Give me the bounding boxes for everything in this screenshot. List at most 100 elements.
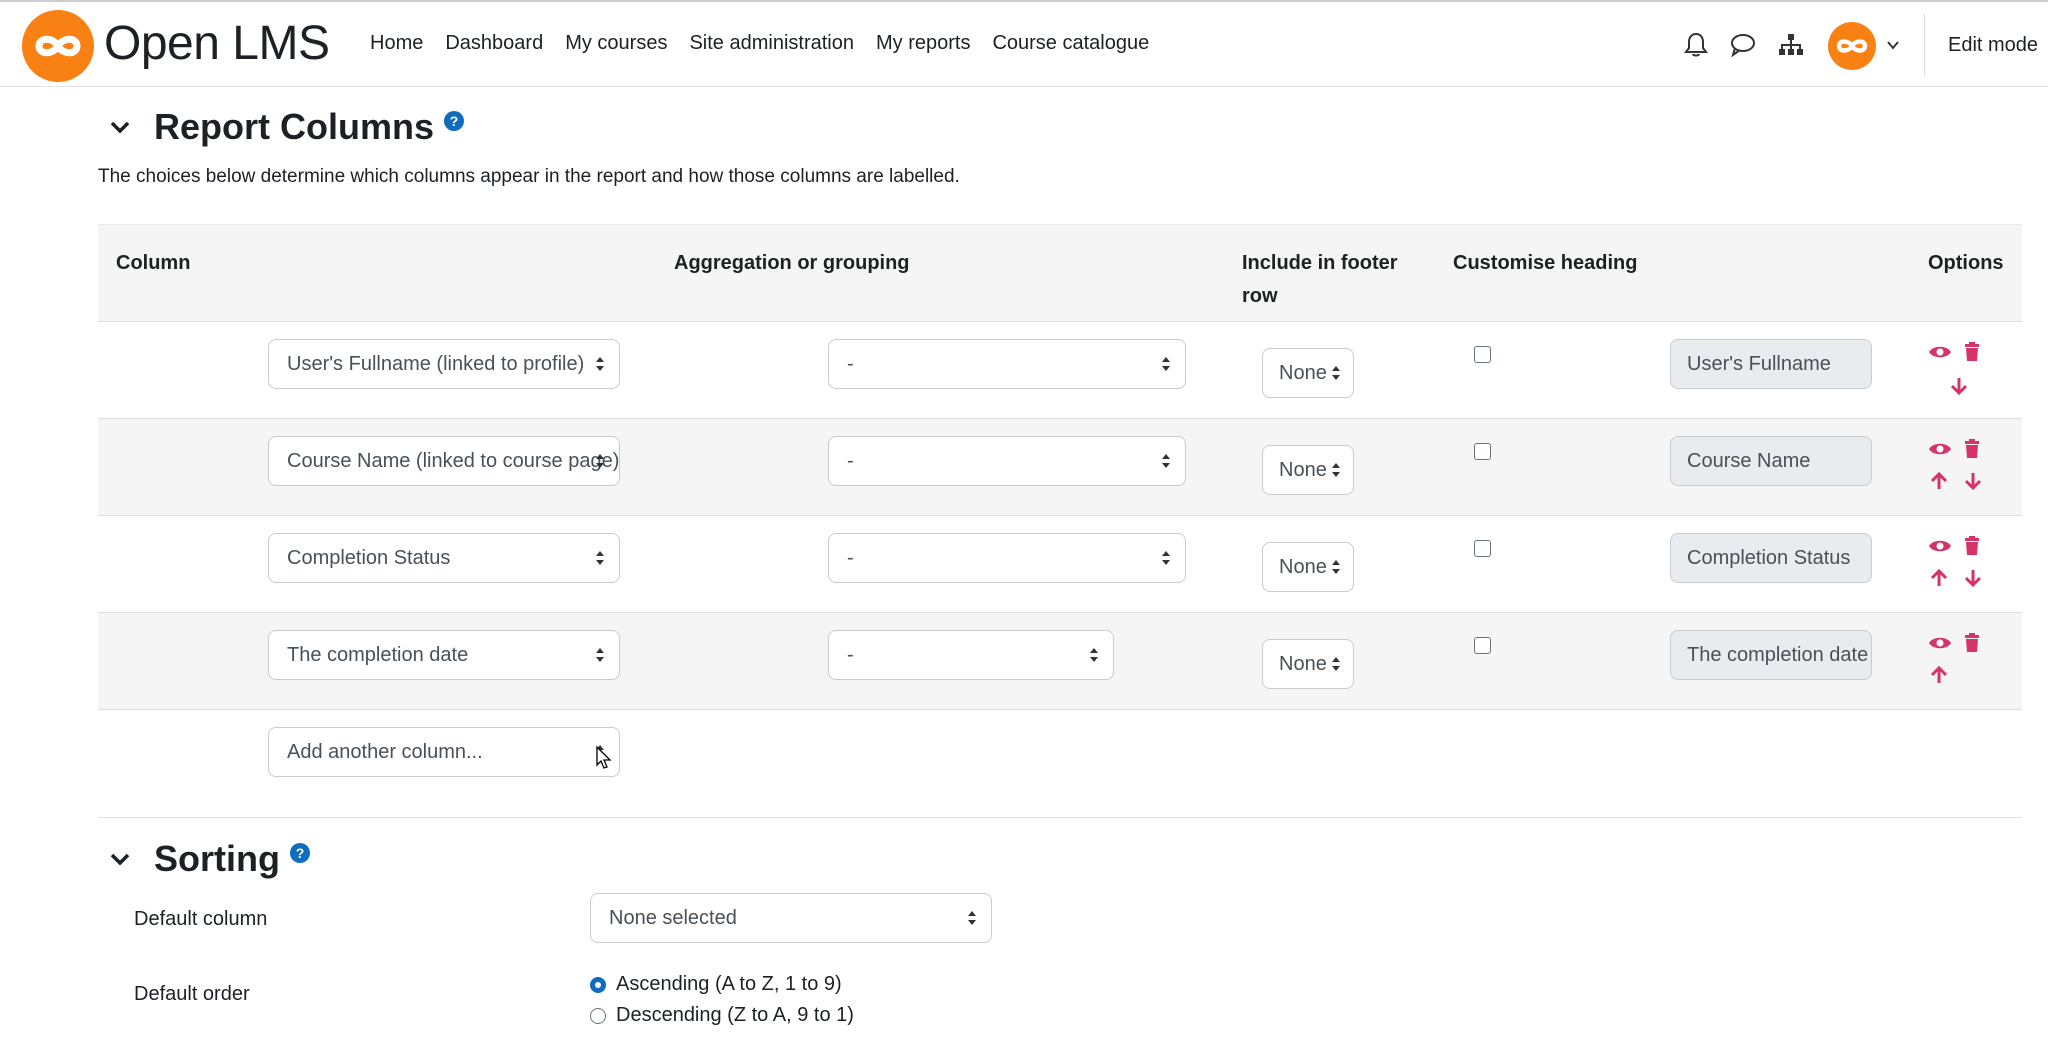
- visibility-eye-icon[interactable]: [1928, 538, 1952, 554]
- footer-select[interactable]: None: [1262, 445, 1354, 495]
- column-select[interactable]: The completion date: [268, 630, 620, 680]
- delete-trash-icon[interactable]: [1964, 633, 1980, 653]
- aggregation-header: Aggregation or grouping: [674, 252, 910, 274]
- customise-heading-checkbox[interactable]: [1474, 540, 1491, 557]
- customise-heading-header: Customise heading: [1453, 252, 1638, 274]
- table-row: User's Fullname (linked to profile) - No…: [98, 322, 2022, 419]
- add-column-select-value: Add another column...: [287, 741, 483, 763]
- course-structure-icon[interactable]: [1778, 33, 1804, 57]
- aggregation-select-value: -: [847, 450, 854, 472]
- ascending-radio-label: Ascending (A to Z, 1 to 9): [616, 973, 842, 995]
- open-lms-logo-icon[interactable]: [20, 8, 96, 84]
- select-caret-icon: [1332, 463, 1340, 477]
- move-down-arrow-icon[interactable]: [1964, 568, 1982, 588]
- footer-select[interactable]: None: [1262, 348, 1354, 398]
- nav-icon-group: [1684, 32, 1804, 58]
- column-select-value: User's Fullname (linked to profile): [287, 353, 585, 375]
- footer-select-value: None: [1279, 653, 1327, 675]
- report-columns-description: The choices below determine which column…: [98, 166, 960, 187]
- select-caret-icon: [1332, 366, 1340, 380]
- footer-select[interactable]: None: [1262, 542, 1354, 592]
- sorting-help-icon[interactable]: ?: [289, 843, 310, 863]
- select-caret-icon: [1162, 551, 1170, 565]
- user-avatar[interactable]: [1828, 22, 1876, 70]
- move-up-arrow-icon[interactable]: [1930, 471, 1948, 491]
- select-caret-icon: [1090, 648, 1098, 662]
- delete-trash-icon[interactable]: [1964, 342, 1980, 362]
- move-up-arrow-icon[interactable]: [1930, 665, 1948, 685]
- select-caret-icon: [1332, 560, 1340, 574]
- brand-name[interactable]: Open LMS: [104, 16, 330, 71]
- column-select-value: Course Name (linked to course page): [287, 450, 620, 472]
- heading-input[interactable]: The completion date: [1670, 630, 1872, 680]
- mouse-cursor-icon: [596, 746, 612, 769]
- notifications-bell-icon[interactable]: [1684, 32, 1708, 58]
- move-down-arrow-icon[interactable]: [1950, 376, 1968, 396]
- aggregation-select[interactable]: -: [828, 339, 1186, 389]
- select-caret-icon: [596, 551, 604, 565]
- ascending-radio-button[interactable]: [590, 976, 606, 993]
- select-caret-icon: [596, 454, 604, 468]
- default-column-select[interactable]: None selected: [590, 893, 992, 943]
- collapse-chevron-down-icon[interactable]: [106, 845, 134, 873]
- heading-input[interactable]: User's Fullname: [1670, 339, 1872, 389]
- delete-trash-icon[interactable]: [1964, 536, 1980, 556]
- column-select[interactable]: User's Fullname (linked to profile): [268, 339, 620, 389]
- default-order-label: Default order: [134, 983, 250, 1005]
- sorting-title: Sorting: [154, 838, 280, 879]
- heading-input[interactable]: Completion Status: [1670, 533, 1872, 583]
- column-select-value: The completion date: [287, 644, 469, 666]
- select-caret-icon: [968, 911, 976, 925]
- report-columns-title: Report Columns: [154, 106, 435, 147]
- descending-radio-option[interactable]: Descending (Z to A, 9 to 1): [590, 1004, 854, 1027]
- nav-home-link[interactable]: Home: [370, 32, 423, 55]
- move-down-arrow-icon[interactable]: [1964, 471, 1982, 491]
- visibility-eye-icon[interactable]: [1928, 344, 1952, 360]
- select-caret-icon: [1332, 657, 1340, 671]
- descending-radio-button[interactable]: [590, 1007, 606, 1024]
- collapse-chevron-down-icon[interactable]: [106, 113, 134, 141]
- default-column-select-value: None selected: [609, 907, 737, 929]
- footer-select-value: None: [1279, 362, 1327, 384]
- nav-site-administration-link[interactable]: Site administration: [689, 32, 854, 55]
- descending-radio-label: Descending (Z to A, 9 to 1): [616, 1004, 854, 1026]
- customise-heading-checkbox[interactable]: [1474, 637, 1491, 654]
- visibility-eye-icon[interactable]: [1928, 441, 1952, 457]
- table-row: Course Name (linked to course page) - No…: [98, 419, 2022, 516]
- column-select[interactable]: Completion Status: [268, 533, 620, 583]
- footer-select-value: None: [1279, 556, 1327, 578]
- options-header: Options: [1928, 252, 2004, 274]
- edit-mode-toggle[interactable]: Edit mode: [1948, 34, 2038, 57]
- navbar-divider: [1924, 14, 1925, 76]
- report-columns-help-icon[interactable]: ?: [444, 111, 465, 131]
- aggregation-select[interactable]: -: [828, 630, 1114, 680]
- top-navbar: Open LMS Home Dashboard My courses Site …: [0, 0, 2048, 87]
- select-caret-icon: [1162, 357, 1170, 371]
- aggregation-select[interactable]: -: [828, 533, 1186, 583]
- user-menu-chevron-down-icon[interactable]: [1886, 38, 1900, 52]
- nav-my-courses-link[interactable]: My courses: [565, 32, 667, 55]
- move-up-arrow-icon[interactable]: [1930, 568, 1948, 588]
- ascending-radio-option[interactable]: Ascending (A to Z, 1 to 9): [590, 973, 842, 996]
- visibility-eye-icon[interactable]: [1928, 635, 1952, 651]
- heading-input[interactable]: Course Name: [1670, 436, 1872, 486]
- select-caret-icon: [1162, 454, 1170, 468]
- delete-trash-icon[interactable]: [1964, 439, 1980, 459]
- customise-heading-checkbox[interactable]: [1474, 443, 1491, 460]
- customise-heading-checkbox[interactable]: [1474, 346, 1491, 363]
- nav-my-reports-link[interactable]: My reports: [876, 32, 970, 55]
- messages-chat-icon[interactable]: [1730, 33, 1756, 57]
- footer-select[interactable]: None: [1262, 639, 1354, 689]
- nav-dashboard-link[interactable]: Dashboard: [445, 32, 543, 55]
- add-column-select[interactable]: Add another column...: [268, 727, 620, 777]
- report-columns-section-header[interactable]: Report Columns ?: [106, 106, 465, 148]
- column-select[interactable]: Course Name (linked to course page): [268, 436, 620, 486]
- report-columns-table: Column Aggregation or grouping Include i…: [98, 224, 2022, 818]
- aggregation-select-value: -: [847, 547, 854, 569]
- table-row: The completion date - None The completio…: [98, 613, 2022, 710]
- aggregation-select-value: -: [847, 644, 854, 666]
- table-header-row: Column Aggregation or grouping Include i…: [98, 224, 2022, 322]
- aggregation-select[interactable]: -: [828, 436, 1186, 486]
- nav-course-catalogue-link[interactable]: Course catalogue: [992, 32, 1149, 55]
- sorting-section-header[interactable]: Sorting ?: [106, 838, 310, 880]
